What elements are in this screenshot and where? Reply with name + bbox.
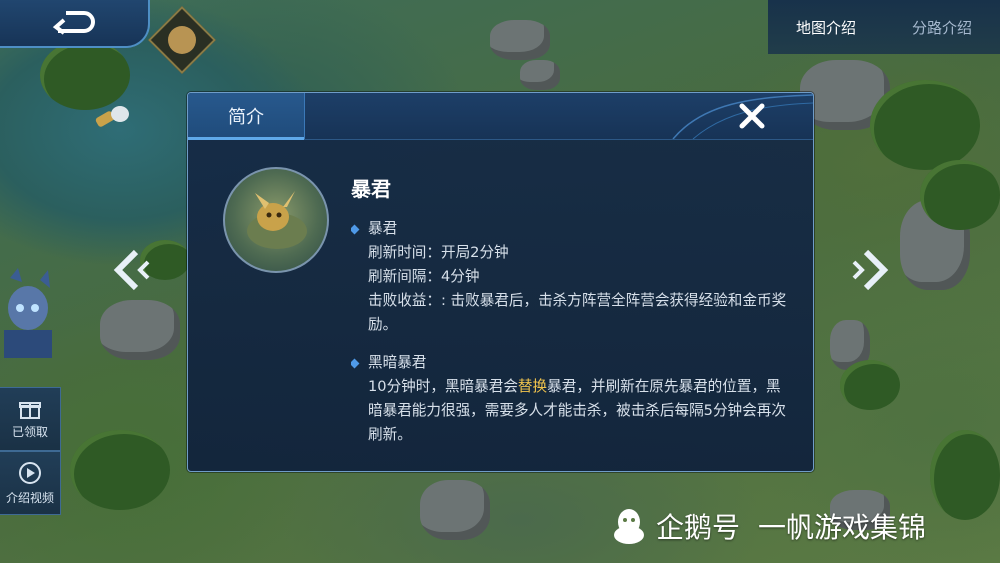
close-button[interactable] bbox=[735, 99, 769, 133]
back-button[interactable] bbox=[0, 0, 150, 48]
next-arrow-icon[interactable] bbox=[850, 248, 890, 292]
claimed-label: 已领取 bbox=[11, 424, 48, 439]
scroll-buff-icon[interactable] bbox=[92, 102, 132, 132]
section-dark-tyrant: 黑暗暴君 10分钟时，黑暗暴君会替换暴君，并刷新在原先暴君的位置，黑暗暴君能力很… bbox=[351, 351, 795, 445]
reward-line: 击败收益：: 击败暴君后，击杀方阵营全阵营会获得经验和金币奖励。 bbox=[368, 292, 787, 333]
claimed-button[interactable]: 已领取 bbox=[0, 387, 61, 451]
watermark-author: 一帆游戏集锦 bbox=[758, 511, 927, 544]
penguin-logo-icon bbox=[614, 509, 644, 544]
tab-lane-intro[interactable]: 分路介绍 bbox=[884, 17, 1000, 38]
tyrant-creature-icon bbox=[247, 191, 307, 249]
intro-video-button[interactable]: 介绍视频 bbox=[0, 451, 61, 515]
hero-figure-icon bbox=[4, 268, 52, 358]
watermark: 企鹅号 一帆游戏集锦 bbox=[612, 500, 926, 552]
section-title-tyrant: 暴君 bbox=[351, 217, 795, 241]
refresh-interval-line: 刷新间隔：4分钟 bbox=[368, 268, 480, 285]
gift-icon bbox=[19, 401, 41, 419]
refresh-time-line: 刷新时间：开局2分钟 bbox=[368, 244, 509, 261]
section-title-dark-tyrant: 黑暗暴君 bbox=[351, 351, 795, 375]
highlight-replace: 替换 bbox=[517, 378, 548, 395]
previous-arrow-icon[interactable] bbox=[112, 248, 152, 292]
back-arrow-icon bbox=[52, 11, 95, 35]
tyrant-portrait bbox=[223, 167, 329, 273]
intro-dialog: 简介 暴君 暴君 刷新时间：开局2分钟 刷新间隔：4分钟 击败收益：: 击败暴君… bbox=[187, 92, 814, 472]
tab-map-intro[interactable]: 地图介绍 bbox=[768, 17, 884, 38]
intro-video-label: 介绍视频 bbox=[5, 490, 54, 505]
dialog-header: 简介 bbox=[188, 93, 813, 140]
play-icon bbox=[19, 461, 41, 484]
top-tab-bar: 地图介绍 分路介绍 bbox=[768, 0, 1000, 54]
watermark-brand: 企鹅号 bbox=[656, 511, 741, 544]
monster-name: 暴君 bbox=[351, 177, 391, 201]
dialog-body: 暴君 刷新时间：开局2分钟 刷新间隔：4分钟 击败收益：: 击败暴君后，击杀方阵… bbox=[351, 217, 795, 445]
description-part-1: 10分钟时，黑暗暴君会 bbox=[368, 378, 518, 395]
section-tyrant: 暴君 刷新时间：开局2分钟 刷新间隔：4分钟 击败收益：: 击败暴君后，击杀方阵… bbox=[351, 217, 795, 337]
dark-tyrant-description: 10分钟时，黑暗暴君会替换暴君，并刷新在原先暴君的位置，黑暗暴君能力很强，需要多… bbox=[351, 375, 795, 445]
tab-intro[interactable]: 简介 bbox=[188, 93, 305, 140]
close-icon bbox=[739, 103, 765, 129]
